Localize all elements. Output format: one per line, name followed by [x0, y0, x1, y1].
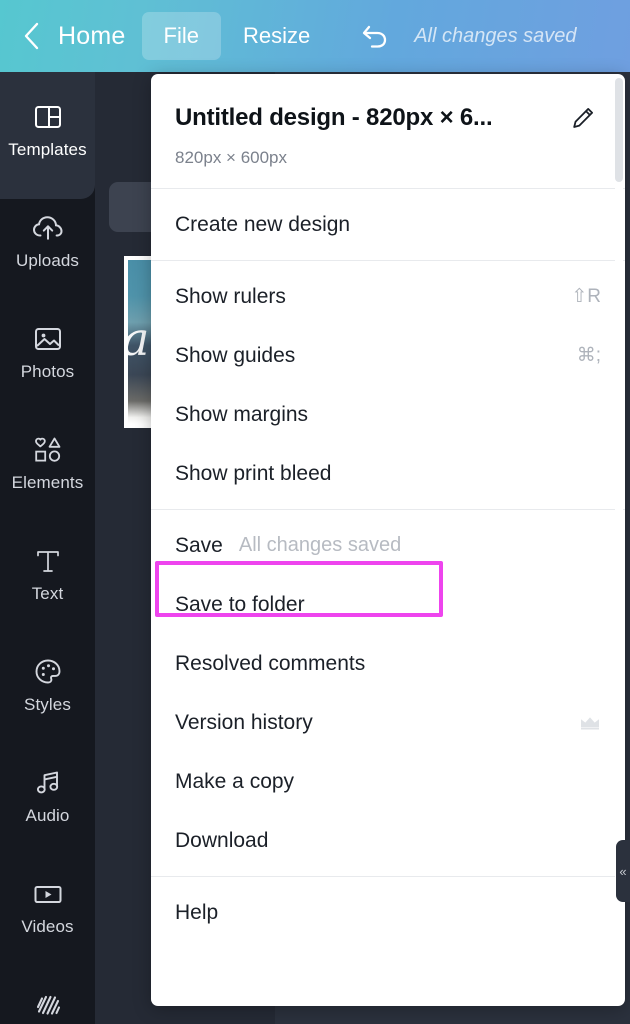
menu-item-label: Download — [175, 828, 269, 852]
sidebar-label-audio: Audio — [25, 805, 70, 825]
menu-item-label: Make a copy — [175, 769, 295, 793]
menu-item-label: Show guides — [175, 343, 296, 367]
sidebar-label-uploads: Uploads — [15, 250, 80, 270]
menu-item-label: Create new design — [175, 212, 351, 236]
menu-item-show-print-bleed[interactable]: Show print bleed — [151, 444, 625, 503]
sidebar-label-elements: Elements — [11, 472, 84, 492]
templates-layout-icon — [32, 98, 64, 136]
menu-group-file-actions: Save All changes saved Save to folder Re… — [151, 510, 625, 876]
sidebar-label-templates: Templates — [8, 139, 87, 159]
panel-collapse-tab[interactable]: « — [616, 840, 630, 902]
undo-button[interactable] — [350, 13, 402, 59]
sidebar-item-videos[interactable]: Videos — [0, 849, 95, 960]
file-menu-button[interactable]: File — [141, 11, 221, 61]
menu-item-make-a-copy[interactable]: Make a copy — [151, 752, 625, 811]
save-status-text: All changes saved — [414, 24, 577, 47]
menu-item-label: Show margins — [175, 402, 309, 426]
menu-group-create: Create new design — [151, 189, 625, 260]
resize-button[interactable]: Resize — [221, 12, 332, 60]
video-play-icon — [31, 875, 65, 913]
design-title: Untitled design - 820px × 6... — [175, 104, 493, 131]
menu-item-show-rulers[interactable]: Show rulers ⇧R — [151, 267, 625, 326]
menu-item-version-history[interactable]: Version history — [151, 693, 625, 752]
menu-item-label: Show print bleed — [175, 461, 332, 485]
rename-design-button[interactable] — [565, 100, 601, 136]
menu-group-view: Show rulers ⇧R Show guides ⌘; Show margi… — [151, 261, 625, 509]
menu-item-save-to-folder[interactable]: Save to folder — [151, 575, 625, 634]
menu-item-download[interactable]: Download — [151, 811, 625, 870]
back-button[interactable] — [14, 15, 48, 57]
menu-group-help: Help — [151, 877, 625, 948]
menu-item-label: Version history — [175, 710, 313, 734]
hatched-background-icon — [32, 986, 64, 1024]
save-status-sublabel: All changes saved — [238, 534, 402, 556]
music-note-icon — [32, 764, 64, 802]
chevron-left-icon — [24, 22, 39, 50]
sidebar-label-videos: Videos — [21, 916, 74, 936]
menu-item-label: Help — [175, 900, 219, 924]
left-sidebar: Templates Uploads Photos Elements Text S… — [0, 72, 95, 1024]
sidebar-label-photos: Photos — [20, 361, 75, 381]
menu-item-save[interactable]: Save All changes saved — [151, 516, 625, 575]
sidebar-item-elements[interactable]: Elements — [0, 405, 95, 516]
menu-header: Untitled design - 820px × 6... 820px × 6… — [151, 74, 625, 188]
canva-editor-window: Home File Resize All changes saved a — [0, 0, 630, 1024]
menu-item-shortcut: ⇧R — [571, 286, 601, 307]
text-t-icon — [33, 542, 63, 580]
design-dimensions: 820px × 600px — [175, 148, 288, 167]
menu-scrollbar-thumb[interactable] — [615, 78, 623, 182]
undo-arrow-icon — [363, 25, 387, 48]
menu-item-create-new-design[interactable]: Create new design — [151, 195, 625, 254]
sidebar-item-templates[interactable]: Templates — [0, 72, 95, 199]
menu-item-help[interactable]: Help — [151, 883, 625, 942]
menu-item-label: Save — [175, 533, 223, 557]
shapes-elements-icon — [31, 431, 65, 469]
menu-item-shortcut: ⌘; — [576, 345, 601, 366]
cloud-upload-icon — [31, 209, 65, 247]
sidebar-item-text[interactable]: Text — [0, 516, 95, 627]
sidebar-item-bkground[interactable]: Bkground — [0, 960, 95, 1024]
menu-item-show-guides[interactable]: Show guides ⌘; — [151, 326, 625, 385]
sidebar-item-photos[interactable]: Photos — [0, 294, 95, 405]
menu-item-show-margins[interactable]: Show margins — [151, 385, 625, 444]
sidebar-label-text: Text — [31, 583, 64, 603]
home-button[interactable]: Home — [48, 22, 142, 51]
menu-item-label: Show rulers — [175, 284, 286, 308]
file-dropdown-menu: Untitled design - 820px × 6... 820px × 6… — [151, 74, 625, 1006]
pencil-edit-icon — [573, 108, 593, 128]
menu-item-label: Save to folder — [175, 592, 305, 616]
crown-premium-icon — [579, 715, 601, 731]
sidebar-item-styles[interactable]: Styles — [0, 627, 95, 738]
sidebar-item-uploads[interactable]: Uploads — [0, 183, 95, 294]
sidebar-item-audio[interactable]: Audio — [0, 738, 95, 849]
chevron-left-double-icon: « — [619, 863, 627, 879]
palette-styles-icon — [32, 653, 64, 691]
menu-item-resolved-comments[interactable]: Resolved comments — [151, 634, 625, 693]
menu-item-label: Resolved comments — [175, 651, 366, 675]
sidebar-label-styles: Styles — [24, 694, 71, 714]
top-toolbar: Home File Resize All changes saved — [0, 0, 630, 72]
photo-image-icon — [32, 320, 64, 358]
